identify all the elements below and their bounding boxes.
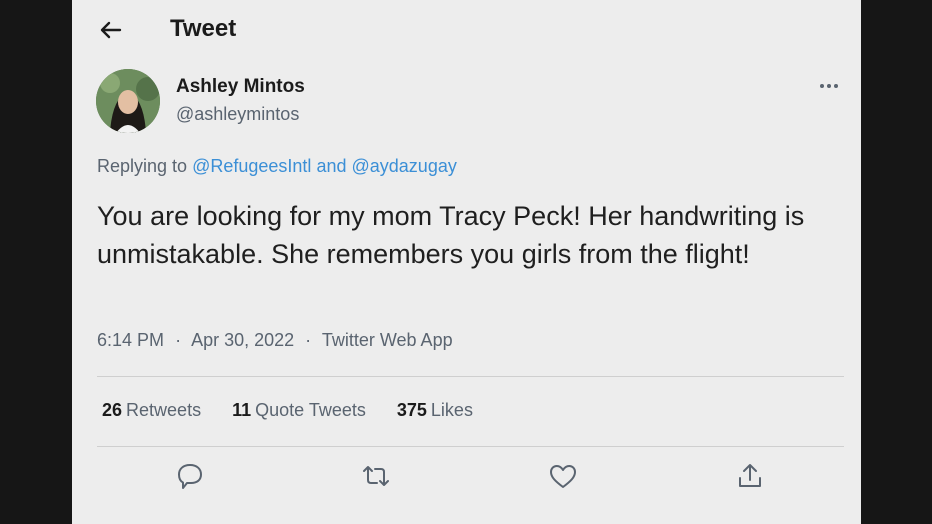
replying-to-label: Replying to (97, 156, 188, 176)
tweet-time[interactable]: 6:14 PM (97, 330, 164, 350)
tweet-text: You are looking for my mom Tracy Peck! H… (97, 201, 805, 269)
back-arrow-icon[interactable] (98, 17, 124, 43)
replying-to-line: Replying to @RefugeesIntl and @aydazugay (97, 156, 457, 177)
author-name[interactable]: Ashley Mintos (176, 76, 305, 98)
mention-conjunction: and (316, 156, 347, 176)
mention-aydazugay[interactable]: @aydazugay (352, 156, 457, 176)
quote-tweets-count: 11 (232, 400, 252, 420)
author-handle[interactable]: @ashleymintos (176, 104, 299, 125)
action-bar (72, 458, 861, 498)
mention-refugeesintl[interactable]: @RefugeesIntl (192, 156, 311, 176)
tweet-meta: 6:14 PM · Apr 30, 2022 · Twitter Web App (97, 330, 453, 351)
likes-count: 375 (396, 400, 427, 420)
divider (97, 376, 844, 377)
tweet-date[interactable]: Apr 30, 2022 (191, 330, 294, 350)
page-title: Tweet (170, 15, 237, 42)
tweet-stats: 26 Retweets 11 Quote Tweets 375 Likes (102, 400, 499, 421)
right-letterbox (861, 0, 932, 524)
like-icon[interactable] (545, 458, 581, 494)
avatar[interactable] (96, 69, 160, 133)
more-options-icon[interactable] (816, 76, 844, 96)
likes-label: Likes (430, 400, 473, 420)
retweet-icon[interactable] (358, 458, 394, 494)
header: Tweet (72, 0, 861, 60)
divider (97, 446, 844, 447)
retweets-label: Retweets (126, 400, 202, 420)
meta-separator: · (175, 330, 182, 350)
left-letterbox (0, 0, 72, 524)
retweets-stat[interactable]: 26 Retweets (102, 400, 201, 421)
retweets-count: 26 (102, 400, 123, 420)
quote-tweets-label: Quote Tweets (255, 400, 366, 420)
tweet-source[interactable]: Twitter Web App (322, 330, 453, 350)
meta-separator: · (305, 330, 312, 350)
tweet-panel: Tweet Ashley Mintos @ashleymintos Replyi… (72, 0, 861, 524)
reply-icon[interactable] (172, 458, 208, 494)
likes-stat[interactable]: 375 Likes (397, 400, 473, 421)
share-icon[interactable] (732, 458, 768, 494)
quote-tweets-stat[interactable]: 11 Quote Tweets (232, 400, 366, 421)
